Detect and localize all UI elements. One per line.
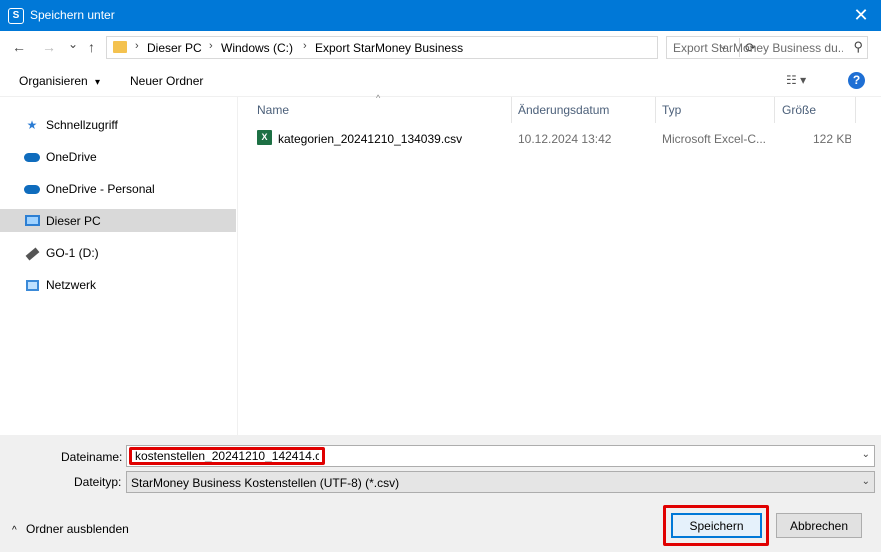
address-bar[interactable]: › Dieser PC › Windows (C:) › Export Star…	[106, 36, 756, 59]
help-icon[interactable]: ?	[848, 72, 865, 89]
cloud-icon	[24, 150, 40, 164]
file-row[interactable]: X kategorien_20241210_134039.csv 10.12.2…	[253, 127, 861, 149]
breadcrumb-this-pc[interactable]: Dieser PC	[147, 41, 202, 55]
filename-input[interactable]	[129, 447, 325, 465]
column-header-type[interactable]: Typ	[656, 97, 774, 123]
filetype-value: StarMoney Business Kostenstellen (UTF-8)…	[131, 476, 400, 490]
chevron-down-icon: ▾	[95, 77, 101, 88]
sidebar-item-this-pc[interactable]: Dieser PC	[0, 209, 236, 232]
search-input[interactable]: Export StarMoney Business du...	[673, 41, 843, 55]
file-name: kategorien_20241210_134039.csv	[278, 132, 463, 146]
hide-folders-button[interactable]: ^ Ordner ausblenden	[12, 522, 129, 536]
network-icon	[24, 278, 40, 292]
column-header-modified[interactable]: Änderungsdatum	[512, 97, 655, 123]
organize-button[interactable]: Organisieren ▾	[19, 74, 100, 88]
sidebar-item-label: OneDrive - Personal	[46, 182, 155, 196]
column-header-label: Größe	[782, 103, 817, 117]
sidebar-item-label: Netzwerk	[46, 278, 97, 292]
breadcrumb-export-folder[interactable]: Export StarMoney Business	[315, 41, 463, 55]
star-icon: ★	[26, 118, 38, 132]
breadcrumb-separator: ›	[209, 40, 213, 52]
cancel-button[interactable]: Abbrechen	[776, 513, 862, 538]
sidebar-item-onedrive[interactable]: OneDrive	[0, 145, 236, 168]
chevron-down-icon[interactable]: ⌄	[862, 476, 870, 487]
column-header-label: Name	[257, 103, 290, 117]
back-arrow-icon[interactable]: ←	[12, 39, 26, 55]
navigation-pane: ★ Schnellzugriff OneDrive OneDrive - Per…	[0, 97, 238, 435]
view-options-icon[interactable]: ☷ ▾	[786, 73, 806, 87]
sidebar-item-label: GO-1 (D:)	[46, 246, 99, 260]
sidebar-item-quick-access[interactable]: ★ Schnellzugriff	[0, 113, 236, 136]
organize-label: Organisieren	[19, 74, 88, 88]
save-button[interactable]: Speichern	[671, 513, 762, 538]
save-form: Dateiname: ⌄ Dateityp: StarMoney Busines…	[0, 435, 881, 552]
column-header-size[interactable]: Größe	[775, 97, 855, 123]
chevron-down-icon[interactable]: ⌄	[862, 449, 870, 460]
starmoney-icon: S	[8, 8, 24, 24]
folder-icon	[113, 41, 127, 53]
sidebar-item-label: OneDrive	[46, 150, 97, 164]
forward-arrow-icon[interactable]: →	[42, 39, 56, 55]
sidebar-item-network[interactable]: Netzwerk	[0, 273, 236, 296]
title-bar: S Speichern unter ✕	[0, 0, 881, 31]
address-row: ← → ⌄ ↑ › Dieser PC › Windows (C:) › Exp…	[0, 31, 881, 65]
column-header-name[interactable]: Name	[239, 97, 511, 123]
window-title: Speichern unter	[30, 8, 115, 22]
chevron-up-icon: ^	[12, 525, 17, 536]
filetype-select[interactable]: StarMoney Business Kostenstellen (UTF-8)…	[126, 471, 875, 493]
breadcrumb-separator: ›	[135, 40, 139, 52]
filetype-label: Dateityp:	[74, 475, 122, 489]
column-header-label: Änderungsdatum	[518, 103, 610, 117]
file-type: Microsoft Excel-C...	[662, 132, 767, 146]
computer-icon	[24, 214, 40, 228]
recent-locations-icon[interactable]: ⌄	[68, 37, 78, 51]
sidebar-item-onedrive-personal[interactable]: OneDrive - Personal	[0, 177, 236, 200]
hide-folders-label: Ordner ausblenden	[26, 522, 129, 536]
excel-file-icon: X	[257, 130, 272, 145]
new-folder-button[interactable]: Neuer Ordner	[130, 74, 203, 88]
up-arrow-icon[interactable]: ↑	[88, 39, 95, 55]
breadcrumb-separator: ›	[303, 40, 307, 52]
search-icon[interactable]: ⚲	[853, 39, 863, 55]
file-list: ^ Name Änderungsdatum Typ Größe X katego…	[239, 93, 881, 435]
search-box[interactable]: Export StarMoney Business du... ⚲	[666, 36, 868, 59]
filename-combobox[interactable]: ⌄	[126, 445, 875, 467]
cloud-icon	[24, 182, 40, 196]
column-header-label: Typ	[662, 103, 682, 117]
close-button[interactable]: ✕	[841, 0, 881, 31]
sidebar-item-go1-drive[interactable]: GO-1 (D:)	[0, 241, 236, 264]
usb-drive-icon	[24, 246, 40, 261]
command-bar: Organisieren ▾ Neuer Ordner ☷ ▾ ?	[0, 65, 881, 97]
filename-label: Dateiname:	[61, 450, 123, 464]
file-modified: 10.12.2024 13:42	[518, 132, 612, 146]
column-divider[interactable]	[855, 97, 856, 123]
file-size: 122 KB	[813, 132, 851, 146]
breadcrumb-windows-c[interactable]: Windows (C:)	[221, 41, 293, 55]
sidebar-item-label: Dieser PC	[46, 214, 101, 228]
sidebar-item-label: Schnellzugriff	[46, 118, 118, 132]
